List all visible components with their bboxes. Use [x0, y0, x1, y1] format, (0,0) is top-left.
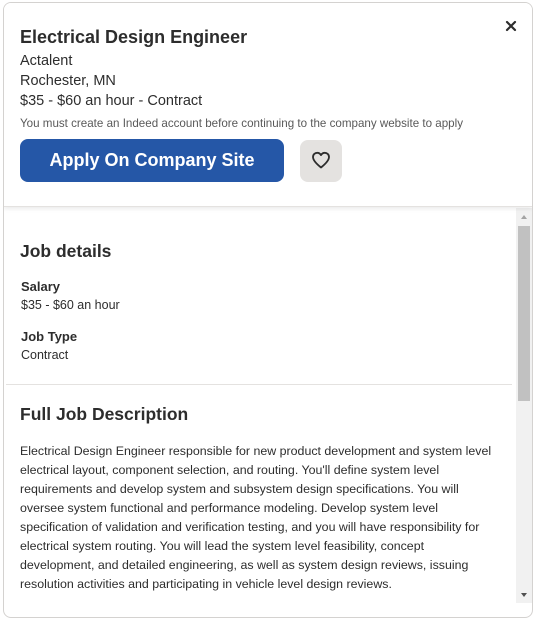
- section-divider: [6, 384, 512, 385]
- job-type-label: Job Type: [21, 329, 78, 344]
- job-location: Rochester, MN: [20, 73, 116, 89]
- job-type-value: Contract: [21, 348, 69, 362]
- job-type-inline: Contract: [147, 93, 203, 109]
- close-button[interactable]: [500, 17, 522, 39]
- scrollbar-thumb[interactable]: [518, 226, 530, 401]
- close-icon[interactable]: [505, 19, 517, 37]
- scroll-up-arrow-icon[interactable]: [516, 210, 532, 224]
- job-description-text: Electrical Design Engineer responsible f…: [20, 444, 492, 591]
- job-details-heading: Job details: [20, 241, 112, 261]
- scroll-down-arrow-icon[interactable]: [516, 588, 532, 602]
- salary-label: Salary: [21, 279, 61, 294]
- job-title: Electrical Design Engineer: [20, 27, 248, 47]
- company-name: Actalent: [20, 53, 73, 69]
- salary-value: $35 - $60 an hour: [21, 298, 120, 312]
- job-body-scroll-area[interactable]: Job details Salary $35 - $60 an hour Job…: [4, 208, 514, 608]
- save-job-button[interactable]: [300, 140, 342, 182]
- apply-on-company-site-button[interactable]: Apply On Company Site: [20, 139, 284, 182]
- heart-icon[interactable]: [311, 151, 331, 172]
- pay-and-type: $35 - $60 an hour - Contract: [20, 93, 202, 109]
- job-header: Electrical Design Engineer Actalent Roch…: [4, 3, 532, 207]
- pay-range: $35 - $60 an hour: [20, 93, 135, 109]
- pay-separator: -: [134, 93, 148, 109]
- full-job-description-heading: Full Job Description: [20, 404, 189, 424]
- account-notice: You must create an Indeed account before…: [20, 117, 464, 130]
- job-detail-panel: Electrical Design Engineer Actalent Roch…: [3, 2, 533, 618]
- scrollbar[interactable]: [516, 208, 532, 603]
